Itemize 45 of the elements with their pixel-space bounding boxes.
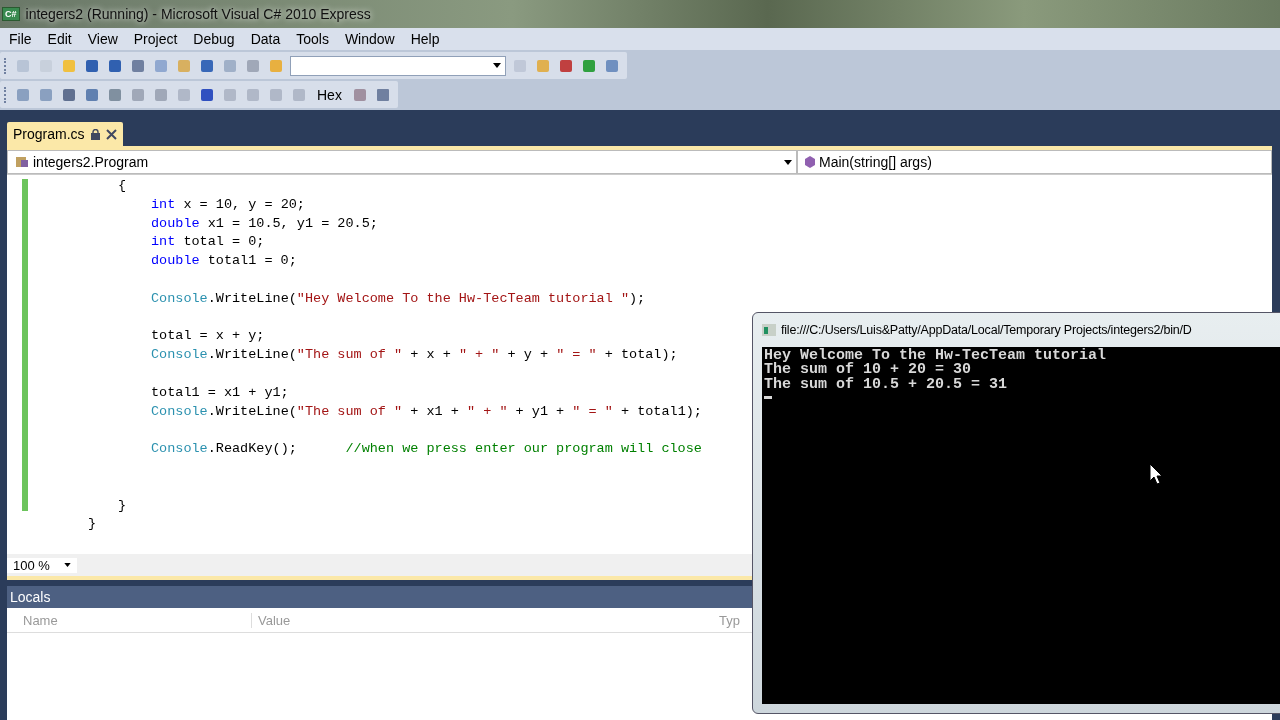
code-line: Console.WriteLine("The sum of " + x + " + " + y + " = " + total); xyxy=(150,346,679,365)
console-title: file:///C:/Users/Luis&Patty/AppData/Local/Temporary Projects/integers2/bin/D xyxy=(781,323,1192,337)
dropdown-arrow-icon xyxy=(493,63,501,68)
console-icon xyxy=(762,324,776,336)
code-line: double total1 = 0; xyxy=(150,252,298,271)
close-icon[interactable] xyxy=(105,128,117,140)
code-line: } xyxy=(117,496,128,515)
code-line: Console.WriteLine("The sum of " + x1 + " + " + y1 + " = " + total1); xyxy=(150,402,702,421)
member-dropdown[interactable]: Main(string[] args) xyxy=(797,150,1272,174)
dropdown-arrow-icon xyxy=(784,159,792,165)
lock-icon xyxy=(90,128,100,140)
dropdown-arrow-icon xyxy=(63,563,71,567)
code-line: double x1 = 10.5, y1 = 20.5; xyxy=(150,214,379,233)
console-output-line: The sum of 10.5 + 20.5 = 31 xyxy=(764,377,1009,392)
console-output-line: The sum of 10 + 20 = 30 xyxy=(764,363,973,378)
panel-title: Locals xyxy=(10,589,51,605)
code-line: Console.WriteLine("Hey Welcome To the Hw-TecTeam tutorial "); xyxy=(150,289,647,308)
type-dropdown[interactable]: integers2.Program xyxy=(7,150,797,174)
code-line: { xyxy=(117,177,128,195)
menu-item[interactable]: View xyxy=(79,31,126,47)
mouse-pointer-icon xyxy=(1149,463,1163,485)
code-line: total1 = x1 + y1; xyxy=(150,383,290,402)
code-line: int total = 0; xyxy=(150,233,266,252)
menu-item[interactable]: Edit xyxy=(39,31,80,47)
hex-button[interactable]: Hex xyxy=(313,86,346,103)
app-icon: C# xyxy=(2,7,20,21)
solution-config-dropdown[interactable] xyxy=(290,55,506,76)
menu-item[interactable]: Help xyxy=(402,31,448,47)
menu-item[interactable]: Window xyxy=(336,31,403,47)
menu-item[interactable]: Project xyxy=(125,31,186,47)
menu-item[interactable]: Tools xyxy=(288,31,337,47)
text-cursor xyxy=(764,395,772,399)
method-icon xyxy=(804,155,816,169)
tab-label: Program.cs xyxy=(13,126,85,142)
menu-item[interactable]: Data xyxy=(242,31,289,47)
code-line: Console.ReadKey(); //when we press enter our program will close xyxy=(150,440,702,459)
window-title: integers2 (Running) - Microsoft Visual C# 2010 Express xyxy=(25,6,371,22)
menu-item[interactable]: Debug xyxy=(185,31,243,47)
code-line: int x = 10, y = 20; xyxy=(150,195,306,214)
class-icon xyxy=(14,154,30,170)
zoom-dropdown[interactable]: 100 % xyxy=(7,557,77,573)
document-tab[interactable]: Program.cs xyxy=(7,122,123,146)
code-line: total = x + y; xyxy=(150,327,266,346)
code-line: } xyxy=(87,515,98,534)
menu-item[interactable]: File xyxy=(1,31,40,47)
